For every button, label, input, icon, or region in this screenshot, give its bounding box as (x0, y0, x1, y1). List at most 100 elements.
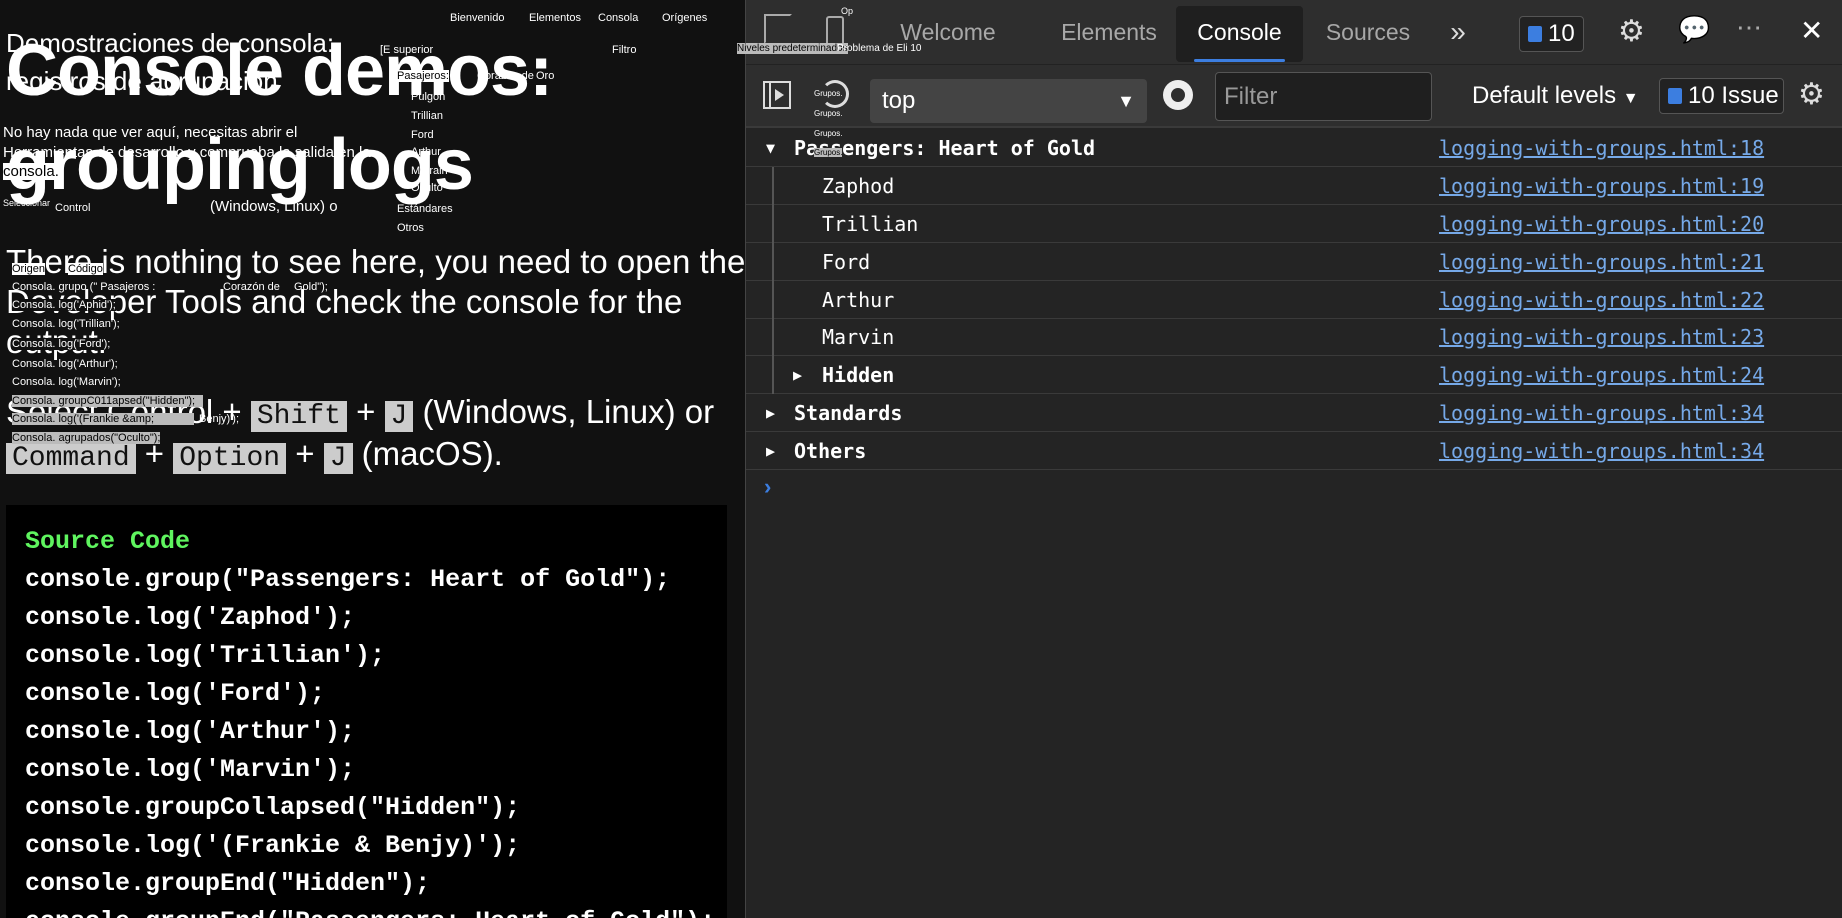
kbd-option: Option (173, 443, 287, 474)
overlay-text: Ma rain (411, 165, 448, 177)
overlay-text: Consola. groupC011apsed("Hidden"); (12, 395, 204, 407)
console-log-row: Zaphod logging-with-groups.html:19 (746, 167, 1842, 205)
close-devtools-icon[interactable]: ✕ (1800, 14, 1823, 47)
code-line: console.log('Arthur'); (25, 717, 356, 746)
console-prompt-icon[interactable]: › (764, 474, 771, 500)
devtools-panel: Welcome Elements Console Sources » 10 ⚙ … (745, 0, 1842, 918)
kbd-j: J (323, 443, 353, 474)
overlay-text: consola. (3, 163, 59, 180)
overlay-text: Consola. log('Trillian'); (12, 318, 120, 330)
overlay-text: Control (55, 202, 91, 214)
more-tabs-button[interactable]: » (1440, 6, 1476, 62)
tab-elements[interactable]: Elements (1054, 6, 1164, 62)
overlay-text: (Windows, Linux) o (210, 198, 338, 215)
overlay-text: Seleccionar (3, 198, 51, 208)
overlay-text: Op (841, 6, 854, 16)
console-log-row: Ford logging-with-groups.html:21 (746, 243, 1842, 281)
overlay-text: Demostraciones de consola: (6, 28, 335, 58)
overlay-text: Estándares (397, 203, 453, 215)
message-text: Arthur (822, 288, 895, 312)
overlay-text: Consola. log('Aphid'); (12, 299, 116, 311)
issues-button[interactable]: 10 Issue (1659, 78, 1784, 114)
context-selector[interactable]: top ▼ (870, 79, 1147, 123)
console-log-row: Marvin logging-with-groups.html:23 (746, 318, 1842, 356)
code-line: console.log('(Frankie & Benjy)'); (25, 831, 521, 860)
settings-gear-icon[interactable]: ⚙ (1618, 14, 1645, 49)
overlay-text: Pulgón (411, 91, 446, 103)
overlay-text: Grupos. (814, 89, 843, 98)
code-line: console.log('Trillian'); (25, 641, 386, 670)
overlay-text: Consola. log('Ford'); (12, 338, 111, 350)
overlay-text: Consola. log('Arthur'); (12, 358, 118, 370)
overlay-text: Consola. agrupados("Oculto"); (12, 432, 161, 444)
overlay-text: Grupos. (814, 148, 843, 157)
overlay-text: Consola (598, 12, 639, 24)
console-settings-gear-icon[interactable]: ⚙ (1798, 77, 1825, 112)
message-text: Hidden (822, 363, 895, 387)
show-sidebar-icon[interactable] (763, 81, 791, 109)
log-levels-label: Default levels (1472, 82, 1617, 109)
console-group-row[interactable]: ▼ Passengers: Heart of Gold logging-with-g… (746, 129, 1842, 167)
source-link[interactable]: logging-with-groups.html:21 (1439, 243, 1764, 281)
collapsed-triangle-icon: ▶ (766, 442, 776, 460)
kbd-j: J (384, 401, 414, 432)
overlay-text: No hay nada que ver aquí, necesitas abri… (3, 124, 298, 141)
dropdown-arrow-icon: ▼ (1117, 91, 1135, 111)
overlay-text: Pasajeros: (397, 70, 449, 82)
console-log-row: Arthur logging-with-groups.html:22 (746, 281, 1842, 319)
inspect-element-icon[interactable] (764, 14, 792, 44)
source-link[interactable]: logging-with-groups.html:20 (1439, 205, 1764, 243)
message-text: Zaphod (822, 174, 895, 198)
live-expression-eye-icon[interactable] (1163, 80, 1193, 110)
kbd-command: Command (6, 443, 136, 474)
overlay-text: Orígenes (662, 12, 708, 24)
console-group-row[interactable]: ▶ Hidden logging-with-groups.html:24 (746, 356, 1842, 394)
kbd-shift: Shift (250, 401, 347, 432)
overlay-text: Trillian (411, 110, 443, 122)
overlay-text: Consola. log('(Frankie &amp; (12, 413, 195, 425)
console-group-row[interactable]: ▶ Others logging-with-groups.html:34 (746, 432, 1842, 470)
expanded-triangle-icon: ▼ (766, 139, 776, 157)
console-log-row: Trillian logging-with-groups.html:20 (746, 205, 1842, 243)
issues-badge-button[interactable]: 10 (1519, 16, 1584, 52)
source-link[interactable]: logging-with-groups.html:34 (1439, 394, 1764, 432)
collapsed-triangle-icon: ▶ (793, 366, 803, 384)
tab-console[interactable]: Console (1176, 6, 1303, 62)
overlay-text: Corazón de (223, 281, 280, 293)
code-line: console.group("Passengers: Heart of Gold… (25, 565, 671, 594)
devtools-tab-bar: Welcome Elements Console Sources » 10 ⚙ … (746, 0, 1842, 64)
more-options-icon[interactable]: ⋯ (1736, 12, 1762, 43)
issue-message-icon (1528, 26, 1542, 42)
message-text: Trillian (822, 212, 919, 236)
overlay-text: Elementos (529, 12, 581, 24)
overlay-text: Corazón de (477, 70, 534, 82)
shortcut-suffix: (macOS). (352, 435, 503, 472)
tab-sources[interactable]: Sources (1318, 6, 1418, 62)
console-group-row[interactable]: ▶ Standards logging-with-groups.html:34 (746, 394, 1842, 432)
message-text: Marvin (822, 325, 895, 349)
code-line: console.log('Zaphod'); (25, 603, 356, 632)
overlay-text: Arthur (411, 146, 441, 158)
source-link[interactable]: logging-with-groups.html:22 (1439, 281, 1764, 319)
code-line: console.groupCollapsed("Hidden"); (25, 793, 521, 822)
source-link[interactable]: logging-with-groups.html:19 (1439, 167, 1764, 205)
source-link[interactable]: logging-with-groups.html:34 (1439, 432, 1764, 470)
overlay-text: Ford (411, 129, 434, 141)
source-link[interactable]: logging-with-groups.html:18 (1439, 129, 1764, 167)
overlay-text: Código (68, 263, 103, 275)
source-link[interactable]: logging-with-groups.html:23 (1439, 318, 1764, 356)
filter-input[interactable] (1215, 72, 1432, 121)
overlay-text: Consola. log('Marvin'); (12, 376, 121, 388)
overlay-text: Bienvenido (450, 12, 505, 24)
overlay-text: Otros (397, 222, 424, 234)
code-line: console.groupEnd("Passengers: Heart of G… (25, 903, 727, 918)
log-levels-dropdown[interactable]: Default levels ▼ (1472, 81, 1639, 114)
overlay-text: Grupos. (814, 129, 843, 138)
plus: + (356, 393, 376, 430)
dropdown-arrow-icon: ▼ (1622, 90, 1639, 107)
overlay-text: registros de agrupación (6, 66, 278, 96)
feedback-icon[interactable]: 💬 (1678, 14, 1710, 45)
source-link[interactable]: logging-with-groups.html:24 (1439, 356, 1764, 394)
source-code-block: Source Code console.group("Passengers: H… (6, 505, 727, 918)
issues-label: 10 Issue (1688, 82, 1779, 109)
